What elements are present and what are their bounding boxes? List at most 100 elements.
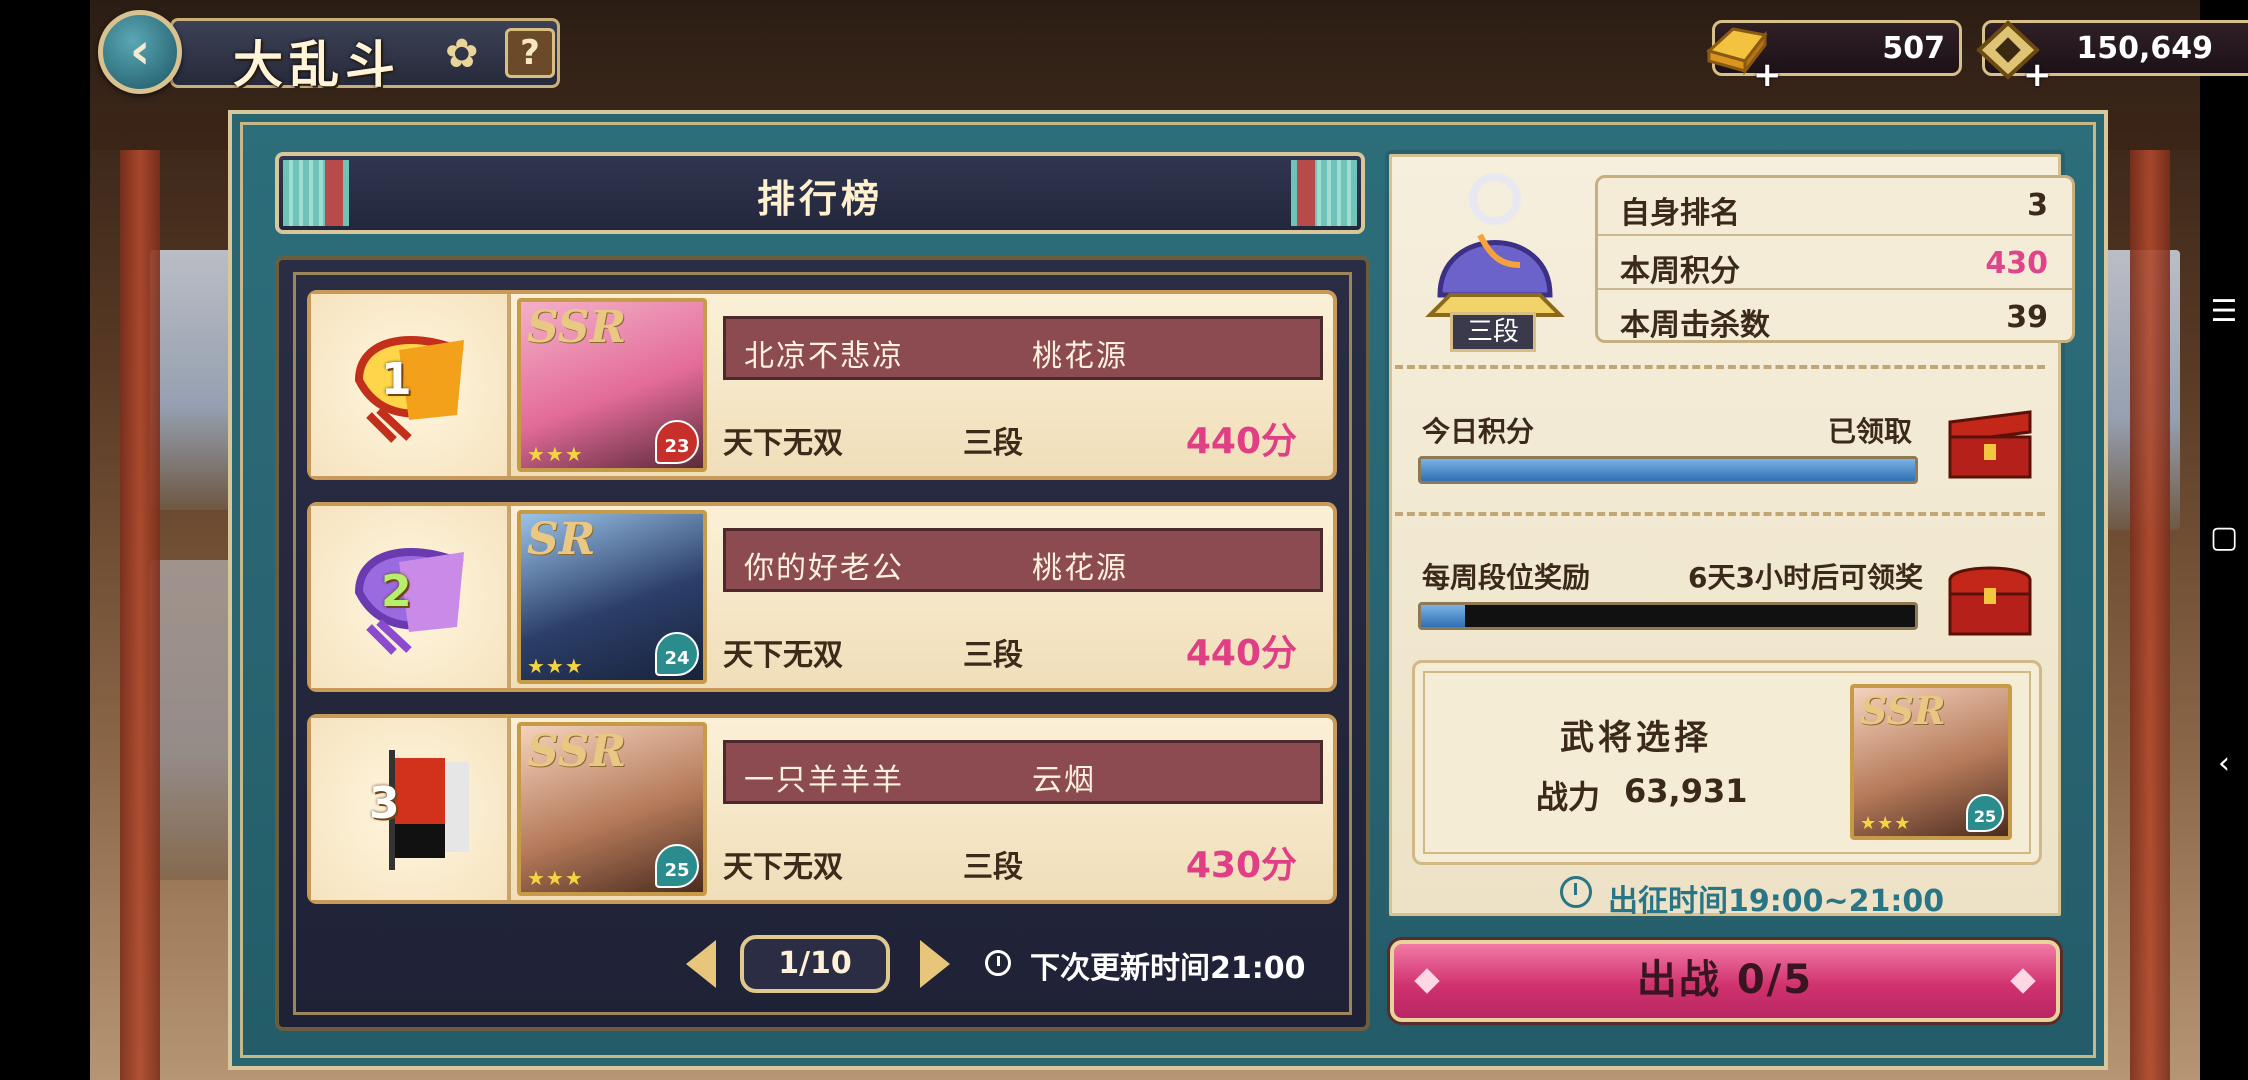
selected-general-avatar[interactable]: SSR ★★★ 25 bbox=[1850, 684, 2012, 840]
rank-medal-area: 3 bbox=[311, 718, 511, 900]
level-badge: 24 bbox=[655, 632, 699, 676]
rank-number: 1 bbox=[381, 354, 412, 405]
rank-number: 2 bbox=[381, 566, 412, 617]
daily-reward-status: 已领取 bbox=[1828, 415, 1913, 448]
player-avatar[interactable]: SSR ★★★ 23 bbox=[517, 298, 707, 472]
level-badge: 25 bbox=[1966, 794, 2004, 832]
stat-label: 本周击杀数 bbox=[1620, 308, 1770, 343]
page-title: 大乱斗 bbox=[233, 35, 401, 94]
player-avatar[interactable]: SSR ★★★ 25 bbox=[517, 722, 707, 896]
rarity-label: SSR bbox=[527, 726, 627, 777]
add-gold-icon[interactable]: + bbox=[1753, 55, 1782, 95]
leaderboard-row[interactable]: 3 SSR ★★★ 25 一只羊羊羊 云烟 天下无双 三段 430分 bbox=[307, 714, 1337, 904]
rank-medal-area: 2 bbox=[311, 506, 511, 688]
march-time-text: 出征时间19:00~21:00 bbox=[1608, 884, 1945, 919]
help-button[interactable]: ? bbox=[505, 28, 555, 78]
daily-score-label: 今日积分 bbox=[1422, 415, 1535, 448]
player-score: 440分 bbox=[1185, 421, 1297, 462]
star-rating: ★★★ bbox=[527, 866, 584, 890]
rank-medal-area: 1 bbox=[311, 294, 511, 476]
divider bbox=[1395, 365, 2045, 369]
chevron-left-icon: ‹ bbox=[129, 22, 151, 80]
battle-button-label: 出战 0/5 bbox=[1636, 957, 1814, 1003]
stat-row-kills: 本周击杀数 39 bbox=[1598, 288, 2072, 343]
stat-value: 430 bbox=[1985, 246, 2048, 281]
player-title: 天下无双 bbox=[723, 638, 843, 673]
leaderboard-row[interactable]: 2 SR ★★★ 24 你的好老公 桃花源 天下无双 三段 440分 bbox=[307, 502, 1337, 692]
battle-button[interactable]: 出战 0/5 bbox=[1390, 940, 2060, 1022]
stat-row-rank: 自身排名 3 bbox=[1598, 178, 2072, 232]
chrysanthemum-icon: ✿ bbox=[445, 31, 479, 77]
level-badge: 25 bbox=[655, 844, 699, 888]
guild-name: 桃花源 bbox=[1032, 339, 1128, 374]
clock-icon bbox=[1560, 876, 1592, 908]
stat-label: 自身排名 bbox=[1620, 196, 1740, 231]
title-plate: 大乱斗 ✿ bbox=[170, 18, 560, 94]
helmet-rank-icon bbox=[1425, 173, 1565, 317]
coin-value: 150,649 bbox=[2076, 31, 2213, 66]
refresh-time-text: 下次更新时间21:00 bbox=[1030, 951, 1306, 986]
previous-page-button[interactable] bbox=[686, 940, 716, 988]
stat-value: 39 bbox=[2006, 300, 2048, 335]
player-title: 天下无双 bbox=[723, 850, 843, 885]
guild-name: 云烟 bbox=[1032, 763, 1096, 798]
daily-progress-bar bbox=[1418, 456, 1918, 484]
player-name: 一只羊羊羊 bbox=[744, 763, 904, 798]
daily-progress-fill bbox=[1421, 459, 1915, 481]
add-coin-icon[interactable]: + bbox=[2023, 55, 2052, 95]
stats-box: 自身排名 3 本周积分 430 本周击杀数 39 bbox=[1595, 175, 2075, 343]
player-name-bar: 一只羊羊羊 云烟 bbox=[723, 740, 1323, 804]
gem-decoration-icon bbox=[2010, 968, 2036, 994]
system-back-icon[interactable]: ‹ bbox=[2208, 748, 2240, 780]
rarity-label: SR bbox=[527, 514, 596, 565]
coin-counter[interactable]: + 150,649 bbox=[1976, 20, 2248, 95]
star-rating: ★★★ bbox=[1860, 813, 1912, 834]
gold-counter[interactable]: + 507 bbox=[1705, 20, 1962, 95]
weekly-reward-status: 6天3小时后可领奖 bbox=[1688, 561, 1923, 594]
weekly-reward-label: 每周段位奖励 bbox=[1422, 561, 1591, 594]
system-nav-bar: ☰ ▢ ‹ bbox=[2200, 0, 2248, 1080]
general-select-title: 武将选择 bbox=[1560, 718, 1712, 758]
level-badge: 23 bbox=[655, 420, 699, 464]
player-name-bar: 北凉不悲凉 桃花源 bbox=[723, 316, 1323, 380]
closed-chest-icon[interactable] bbox=[1940, 552, 2040, 642]
back-button[interactable]: ‹ bbox=[98, 10, 182, 94]
player-title: 天下无双 bbox=[723, 426, 843, 461]
stat-label: 本周积分 bbox=[1620, 254, 1740, 289]
open-chest-icon[interactable] bbox=[1940, 392, 2040, 482]
power-label: 战力 bbox=[1536, 778, 1601, 816]
stat-row-weekly-score: 本周积分 430 bbox=[1598, 234, 2072, 289]
player-score: 440分 bbox=[1185, 633, 1297, 674]
star-rating: ★★★ bbox=[527, 654, 584, 678]
rank-number: 3 bbox=[369, 778, 400, 829]
player-name: 你的好老公 bbox=[744, 551, 904, 586]
stat-value: 3 bbox=[2027, 188, 2048, 223]
rarity-label: SSR bbox=[1860, 688, 1946, 733]
guild-name: 桃花源 bbox=[1032, 551, 1128, 586]
page-indicator: 1/10 bbox=[740, 935, 890, 993]
leaderboard-row[interactable]: 1 SSR ★★★ 23 北凉不悲凉 桃花源 天下无双 三段 440分 bbox=[307, 290, 1337, 480]
rarity-label: SSR bbox=[527, 302, 627, 353]
tier-badge: 三段 bbox=[1450, 312, 1536, 352]
next-page-button[interactable] bbox=[920, 940, 950, 988]
player-avatar[interactable]: SR ★★★ 24 bbox=[517, 510, 707, 684]
banner-medal-icon bbox=[389, 750, 469, 870]
star-rating: ★★★ bbox=[527, 442, 584, 466]
leaderboard-title: 排行榜 bbox=[756, 177, 883, 221]
gem-decoration-icon bbox=[1414, 968, 1440, 994]
menu-icon[interactable]: ☰ bbox=[2208, 296, 2240, 328]
clock-icon bbox=[985, 950, 1011, 976]
home-icon[interactable]: ▢ bbox=[2208, 522, 2240, 554]
player-tier: 三段 bbox=[963, 426, 1023, 461]
divider bbox=[1395, 512, 2045, 516]
leaderboard-header: 排行榜 bbox=[275, 152, 1365, 234]
player-name: 北凉不悲凉 bbox=[744, 339, 904, 374]
player-score: 430分 bbox=[1185, 845, 1297, 886]
player-tier: 三段 bbox=[963, 850, 1023, 885]
weekly-progress-bar bbox=[1418, 602, 1918, 630]
player-name-bar: 你的好老公 桃花源 bbox=[723, 528, 1323, 592]
gold-value: 507 bbox=[1882, 31, 1945, 66]
weekly-progress-fill bbox=[1421, 605, 1466, 627]
power-value: 63,931 bbox=[1624, 772, 1748, 810]
player-tier: 三段 bbox=[963, 638, 1023, 673]
